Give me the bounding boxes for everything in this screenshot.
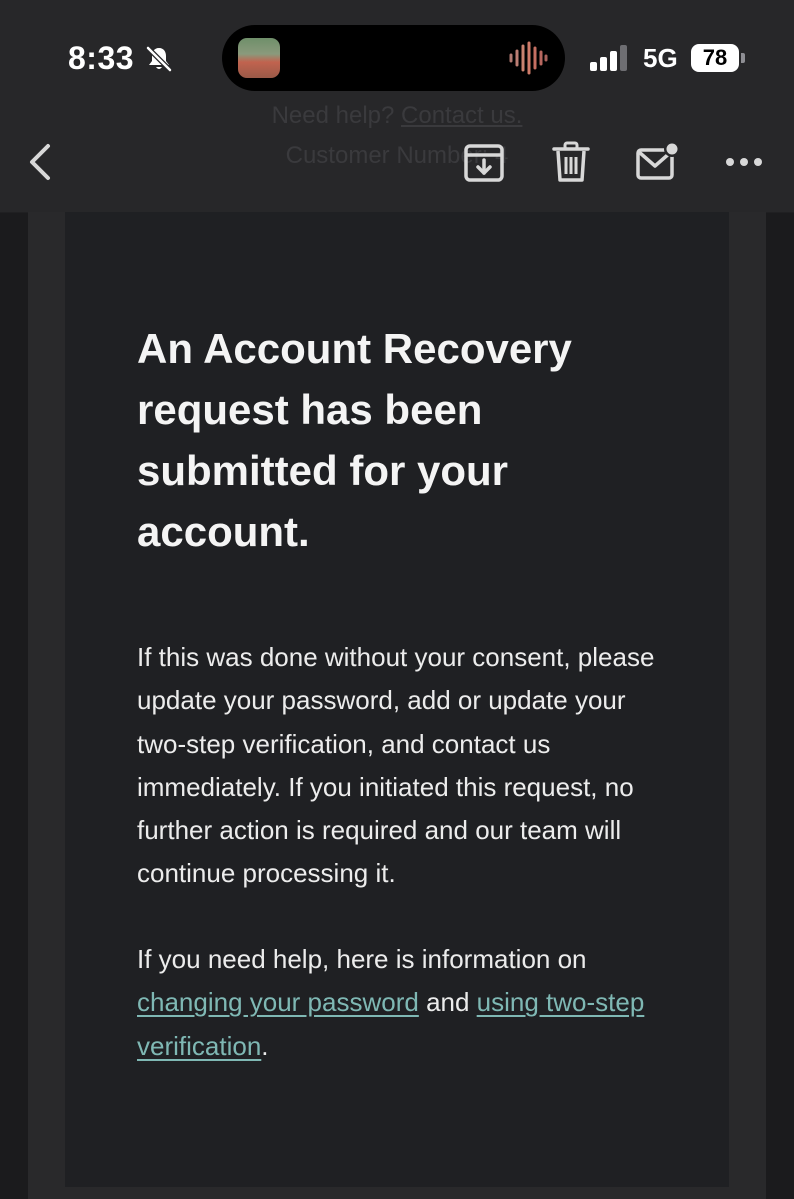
ghost-help-text: Need help? Contact us. (0, 102, 794, 130)
paragraph-2-prefix: If you need help, here is information on (137, 944, 587, 974)
ghost-contact-link: Contact us. (401, 102, 523, 129)
battery-icon: 78 (691, 44, 745, 72)
more-icon[interactable] (722, 152, 766, 172)
email-headline: An Account Recovery request has been sub… (137, 325, 572, 555)
archive-icon[interactable] (462, 142, 506, 184)
now-playing-thumbnail (238, 38, 280, 78)
status-time: 8:33 (68, 40, 135, 76)
trash-icon[interactable] (551, 140, 591, 184)
dynamic-island[interactable] (222, 25, 565, 91)
paragraph-2-suffix: . (261, 1030, 269, 1061)
mark-unread-icon[interactable] (634, 140, 682, 182)
signal-bars-icon (590, 45, 627, 71)
changing-password-link[interactable]: changing your password (137, 987, 419, 1017)
email-paragraph-2: If you need help, here is information on… (137, 938, 677, 1068)
network-type: 5G (643, 43, 678, 73)
chevron-left-icon[interactable] (24, 140, 58, 184)
battery-tip (741, 53, 745, 63)
email-paragraph-1: If this was done without your consent, p… (137, 642, 655, 889)
battery-level: 78 (702, 45, 728, 70)
audio-waveform-icon (509, 41, 548, 75)
top-bar: Need help? Contact us. Customer Number: … (0, 0, 794, 213)
ghost-help-prefix: Need help? (271, 102, 402, 129)
paragraph-2-and: and (418, 987, 477, 1018)
bell-slash-icon (146, 46, 172, 72)
